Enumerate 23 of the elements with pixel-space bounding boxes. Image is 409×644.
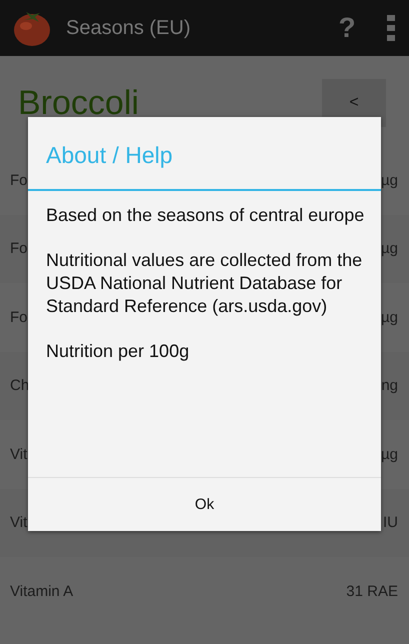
dialog-text: Nutrition per 100g (46, 340, 190, 363)
nutrient-label: Fo (10, 172, 28, 189)
app-title: Seasons (EU) (66, 16, 192, 40)
help-button[interactable]: ? (327, 3, 367, 53)
nutrient-label: Ch (10, 377, 30, 394)
nutrient-label: Vit (10, 514, 28, 532)
ok-button[interactable]: Ok (28, 477, 381, 531)
nutrient-value: µg (381, 240, 398, 258)
dialog-title: About / Help (28, 117, 381, 191)
dialog-text: Nutritional values are collected from the USDA National Nutrient Database for Standard Reference (ars.usda.gov) (46, 249, 364, 318)
dialog-text: Based on the seasons of central europe (46, 204, 366, 227)
nutrient-value: µg (381, 308, 398, 326)
menu-icon[interactable] (387, 15, 395, 41)
nutrient-label: Fo (10, 240, 28, 258)
nutrient-label: Vitamin A (10, 582, 74, 600)
nutrient-value: 31 RAE (346, 582, 398, 600)
nutrient-value: µg (381, 446, 398, 463)
nutrient-value: µg (381, 172, 398, 189)
nutrient-label: Vit (10, 446, 28, 463)
nutrient-value: ng (381, 377, 398, 394)
nutrient-value: IU (383, 514, 398, 532)
nutrient-label: Fo (10, 308, 28, 326)
tomato-icon (12, 9, 52, 47)
